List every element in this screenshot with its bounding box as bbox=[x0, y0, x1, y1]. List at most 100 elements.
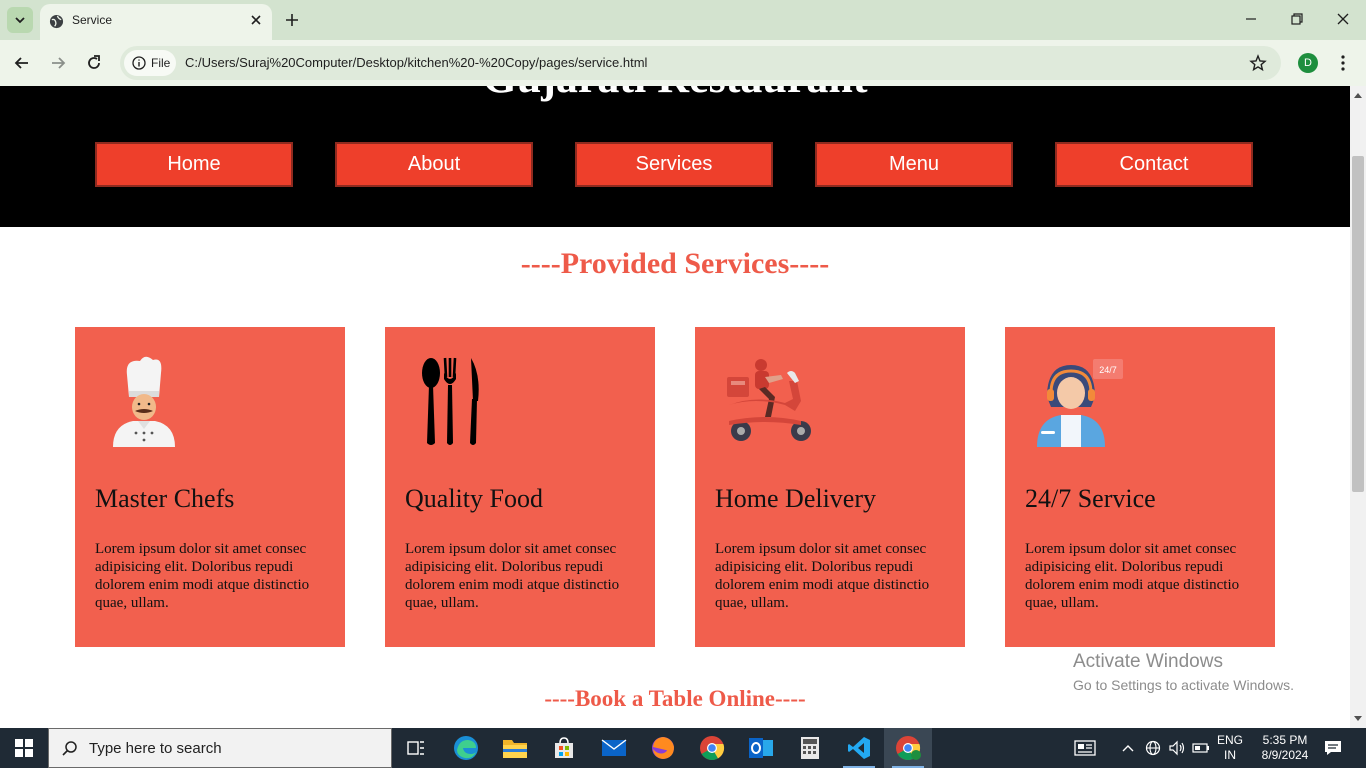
taskbar-search[interactable]: Type here to search bbox=[48, 728, 392, 768]
service-card-master-chefs: Master Chefs Lorem ipsum dolor sit amet … bbox=[75, 327, 345, 647]
windows-taskbar: Type here to search ENG IN 5:35 PM 8/9/2… bbox=[0, 728, 1366, 768]
news-icon bbox=[1074, 740, 1096, 756]
notification-icon bbox=[1325, 741, 1341, 755]
url-text[interactable]: C:/Users/Suraj%20Computer/Desktop/kitche… bbox=[185, 55, 647, 70]
tray-news[interactable] bbox=[1068, 728, 1102, 768]
nav-contact[interactable]: Contact bbox=[1055, 142, 1253, 187]
service-card-quality-food: Quality Food Lorem ipsum dolor sit amet … bbox=[385, 327, 655, 647]
address-bar[interactable]: File C:/Users/Suraj%20Computer/Desktop/k… bbox=[120, 46, 1281, 80]
browser-tab[interactable]: Service bbox=[40, 4, 272, 40]
profile-avatar[interactable]: D bbox=[1298, 53, 1318, 73]
nav-menu[interactable]: Menu bbox=[815, 142, 1013, 187]
cutlery-icon bbox=[422, 357, 479, 445]
folder-icon bbox=[503, 740, 527, 758]
site-header: Gujarati Restaurant Home About Services … bbox=[0, 86, 1350, 227]
close-window-icon[interactable] bbox=[1334, 10, 1352, 28]
taskbar-mail[interactable] bbox=[590, 728, 638, 768]
support-badge-text: 24/7 bbox=[1099, 365, 1117, 375]
info-icon bbox=[132, 56, 146, 70]
restore-icon[interactable] bbox=[1288, 10, 1306, 28]
page-viewport: Gujarati Restaurant Home About Services … bbox=[0, 86, 1350, 728]
back-arrow-icon[interactable] bbox=[12, 53, 32, 73]
services-heading: ----Provided Services---- bbox=[520, 247, 830, 280]
delivery-scooter-icon bbox=[727, 359, 811, 441]
tray-clock[interactable]: 5:35 PM 8/9/2024 bbox=[1252, 728, 1318, 768]
card-title: 24/7 Service bbox=[1025, 484, 1156, 513]
outlook-icon bbox=[749, 738, 773, 758]
tab-title: Service bbox=[72, 13, 113, 27]
mail-icon bbox=[601, 739, 627, 756]
chrome-profile-icon bbox=[896, 736, 921, 761]
page-scrollbar[interactable] bbox=[1350, 86, 1366, 728]
card-text: Lorem ipsum dolor sit amet consec adipis… bbox=[405, 541, 620, 611]
scroll-down-icon[interactable] bbox=[1353, 715, 1363, 723]
battery-icon bbox=[1192, 743, 1209, 753]
task-view-icon bbox=[407, 741, 424, 755]
close-tab-icon[interactable] bbox=[249, 13, 263, 27]
taskbar-store[interactable] bbox=[540, 728, 588, 768]
taskbar-chrome-profile[interactable] bbox=[884, 728, 932, 768]
taskbar-firefox[interactable] bbox=[639, 728, 687, 768]
activate-windows-subtitle: Go to Settings to activate Windows. bbox=[1073, 677, 1294, 693]
site-chip-label: File bbox=[151, 56, 171, 70]
forward-arrow-icon[interactable] bbox=[48, 53, 68, 73]
service-card-24-7-service: 24/7 24/7 Service Lorem ipsum dolor sit … bbox=[1005, 327, 1275, 647]
firefox-icon bbox=[652, 737, 674, 759]
tray-volume[interactable] bbox=[1166, 728, 1188, 768]
nav-home[interactable]: Home bbox=[95, 142, 293, 187]
scroll-up-icon[interactable] bbox=[1353, 91, 1363, 99]
site-title: Gujarati Restaurant bbox=[0, 86, 1350, 103]
taskbar-outlook[interactable] bbox=[737, 728, 785, 768]
nav-about[interactable]: About bbox=[335, 142, 533, 187]
card-title: Quality Food bbox=[405, 484, 543, 513]
nav-services[interactable]: Services bbox=[575, 142, 773, 187]
tray-notifications[interactable] bbox=[1318, 728, 1348, 768]
search-placeholder: Type here to search bbox=[89, 740, 222, 757]
calculator-icon bbox=[801, 737, 819, 759]
card-text: Lorem ipsum dolor sit amet consec adipis… bbox=[715, 541, 930, 611]
language-region: IN bbox=[1223, 748, 1236, 762]
task-view-button[interactable] bbox=[392, 728, 440, 768]
new-tab-icon[interactable] bbox=[283, 11, 301, 29]
start-button[interactable] bbox=[0, 728, 48, 768]
tray-battery[interactable] bbox=[1190, 728, 1212, 768]
tray-network[interactable] bbox=[1142, 728, 1164, 768]
chevron-up-icon bbox=[1122, 745, 1134, 752]
chrome-icon bbox=[700, 736, 725, 761]
tray-overflow[interactable] bbox=[1118, 728, 1138, 768]
activate-windows-title: Activate Windows bbox=[1073, 651, 1223, 672]
reload-icon[interactable] bbox=[84, 53, 104, 73]
globe-network-icon bbox=[1145, 740, 1161, 756]
edge-icon bbox=[454, 736, 478, 760]
windows-logo-icon bbox=[15, 739, 33, 757]
card-title: Master Chefs bbox=[95, 484, 235, 513]
clock-time: 5:35 PM bbox=[1262, 733, 1308, 747]
more-menu-icon[interactable] bbox=[1336, 53, 1350, 73]
search-icon bbox=[62, 741, 77, 756]
store-bag-icon bbox=[555, 737, 573, 758]
clock-date: 8/9/2024 bbox=[1261, 748, 1309, 762]
site-info-chip[interactable]: File bbox=[124, 50, 176, 76]
taskbar-edge[interactable] bbox=[442, 728, 490, 768]
taskbar-chrome[interactable] bbox=[688, 728, 736, 768]
taskbar-calculator[interactable] bbox=[786, 728, 834, 768]
language-code: ENG bbox=[1216, 733, 1243, 747]
speaker-icon bbox=[1169, 740, 1185, 756]
browser-toolbar: File C:/Users/Suraj%20Computer/Desktop/k… bbox=[0, 40, 1366, 86]
minimize-icon[interactable] bbox=[1242, 10, 1260, 28]
card-title: Home Delivery bbox=[715, 484, 877, 513]
taskbar-vscode[interactable] bbox=[835, 728, 883, 768]
card-text: Lorem ipsum dolor sit amet consec adipis… bbox=[95, 541, 310, 611]
tab-search-button[interactable] bbox=[7, 7, 33, 33]
chef-icon bbox=[113, 356, 175, 447]
service-card-home-delivery: Home Delivery Lorem ipsum dolor sit amet… bbox=[695, 327, 965, 647]
bookmark-star-icon[interactable] bbox=[1249, 54, 1267, 72]
taskbar-file-explorer[interactable] bbox=[491, 728, 539, 768]
scroll-thumb[interactable] bbox=[1352, 156, 1364, 492]
activate-windows-watermark: Activate Windows Go to Settings to activ… bbox=[1073, 651, 1294, 693]
chevron-down-icon bbox=[15, 17, 25, 24]
browser-tab-bar: Service bbox=[0, 0, 1366, 40]
tray-language[interactable]: ENG IN bbox=[1212, 728, 1248, 768]
globe-icon bbox=[49, 14, 64, 29]
vscode-icon bbox=[848, 737, 870, 759]
